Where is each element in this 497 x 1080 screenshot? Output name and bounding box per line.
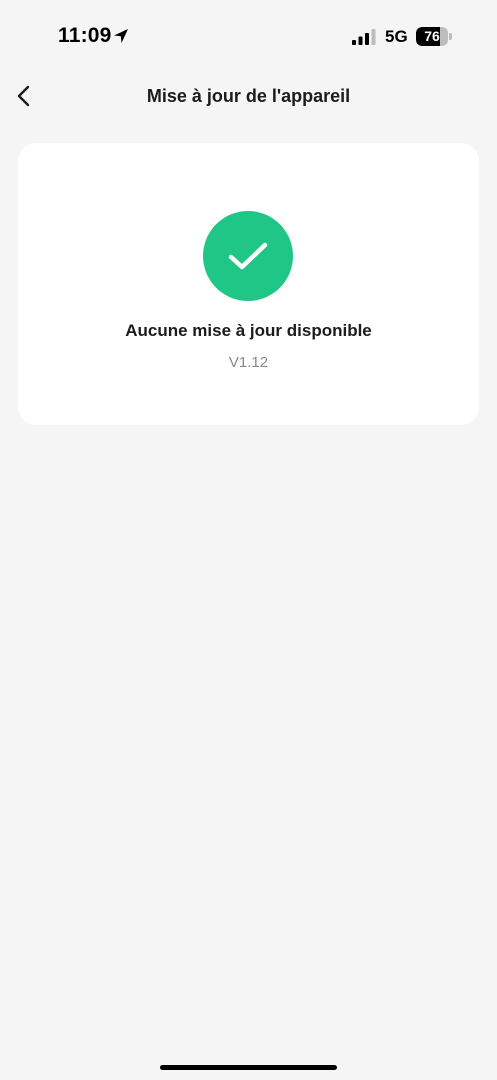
checkmark-icon xyxy=(228,242,268,270)
home-indicator[interactable] xyxy=(160,1065,337,1070)
battery-cap xyxy=(449,33,452,40)
status-time: 11:09 xyxy=(58,24,112,47)
update-status-message: Aucune mise à jour disponible xyxy=(125,321,372,340)
chevron-left-icon xyxy=(17,85,30,107)
battery-body: 76 xyxy=(416,27,448,46)
nav-bar: Mise à jour de l'appareil xyxy=(0,72,497,120)
screen: 11:09 5G 76 Mise à jour de l'appareil Au… xyxy=(0,0,497,1080)
firmware-version: V1.12 xyxy=(228,354,269,371)
back-button[interactable] xyxy=(6,78,42,114)
page-title: Mise à jour de l'appareil xyxy=(146,86,351,106)
battery-icon: 76 xyxy=(416,27,452,46)
location-arrow-icon xyxy=(114,29,128,43)
status-bar: 11:09 5G 76 xyxy=(0,0,497,72)
update-status-card: Aucune mise à jour disponible V1.12 xyxy=(18,143,479,425)
network-label: 5G xyxy=(385,27,408,46)
checkmark-circle-icon xyxy=(203,211,293,301)
cellular-signal-icon xyxy=(352,29,376,45)
battery-level: 76 xyxy=(424,28,440,44)
